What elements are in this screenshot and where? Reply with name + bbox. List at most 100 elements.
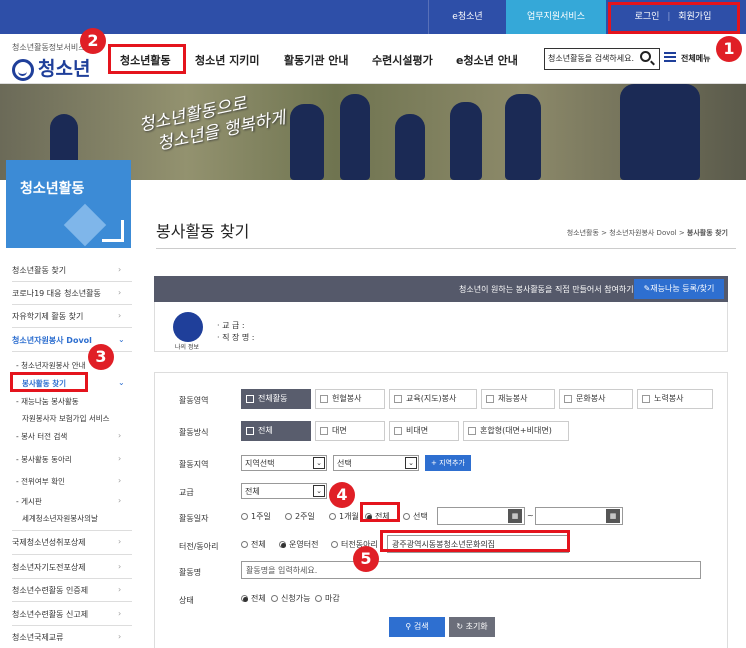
area-education-checkbox[interactable]: 교육(지도)봉사 <box>389 389 477 409</box>
end-date-input[interactable]: ▦ <box>535 507 623 525</box>
calendar-icon[interactable]: ▦ <box>508 509 522 523</box>
date-1month-label: 1개월 <box>339 512 359 521</box>
area-culture-checkbox[interactable]: 문화봉사 <box>559 389 633 409</box>
start-date-input[interactable]: ▦ <box>437 507 525 525</box>
sidebar-item-report[interactable]: 청소년수련활동 신고제 <box>12 609 88 620</box>
status-all-label: 전체 <box>251 594 266 603</box>
talent-register-button[interactable]: ✎재능나눔 등록/찾기 <box>634 279 724 299</box>
area-blood-checkbox[interactable]: 헌혈봉사 <box>315 389 385 409</box>
label-center: 터전/동아리 <box>179 542 219 551</box>
sidebar-item-activity-search[interactable]: 청소년활동 찾기 <box>12 265 66 276</box>
chevron-right-icon: › <box>118 585 122 594</box>
nav-youth-guard[interactable]: 청소년 지키미 <box>195 52 260 68</box>
annotation-badge-4: 4 <box>329 482 355 508</box>
status-available-label: 신청가능 <box>281 594 311 603</box>
sidebar-item-dovol[interactable]: 청소년자원봉사 Dovol <box>12 335 92 346</box>
label-region: 활동지역 <box>179 460 209 469</box>
region-select[interactable]: 지역선택 ⌄ <box>241 455 327 471</box>
user-icon <box>173 312 203 342</box>
talent-share-bar: 청소년이 원하는 봉사활동을 직접 만들어서 참여하기 ✎재능나눔 등록/찾기 <box>154 276 728 302</box>
sidebar-item-intl-exchange[interactable]: 청소년국제교류 <box>12 632 64 643</box>
label-grade: 교급 <box>179 488 194 497</box>
chevron-down-icon: ⌄ <box>405 457 417 469</box>
area-talent-checkbox[interactable]: 재능봉사 <box>481 389 555 409</box>
all-menu-label[interactable]: 전체메뉴 <box>681 53 710 64</box>
center-all-label: 전체 <box>251 540 266 549</box>
add-region-button[interactable]: + 지역추가 <box>425 455 471 471</box>
area-all-label: 전체활동 <box>258 394 288 403</box>
breadcrumb-path[interactable]: 청소년활동 > 청소년자원봉사 Dovol > <box>567 229 687 237</box>
chevron-down-icon: ⌄ <box>118 335 125 344</box>
method-face-checkbox[interactable]: 대면 <box>315 421 385 441</box>
banner-slogan: 청소년활동으로 청소년을 행복하게 <box>137 85 288 158</box>
area-blood-label: 헌혈봉사 <box>332 394 362 403</box>
breadcrumb-current: 봉사활동 찾기 <box>686 229 728 237</box>
chevron-right-icon: › <box>118 609 122 618</box>
sidebar-sub-club[interactable]: - 봉사활동 동아리 <box>16 454 72 465</box>
nav-eyouth-info[interactable]: e청소년 안내 <box>456 52 518 68</box>
sidebar-sub-site-search[interactable]: - 봉사 터전 검색 <box>16 431 67 442</box>
grade-select[interactable]: 전체 ⌄ <box>241 483 327 499</box>
label-date: 활동일자 <box>179 514 209 523</box>
search-button[interactable]: ⚲ 검색 <box>389 617 445 637</box>
sidebar-item-covid[interactable]: 코로나19 대응 청소년활동 <box>12 288 101 299</box>
sidebar-sub-insurance[interactable]: 자원봉사자 보험가입 서비스 <box>22 413 110 424</box>
search-icon[interactable] <box>640 51 651 62</box>
activity-name-input[interactable]: 활동명을 입력하세요. <box>241 561 701 579</box>
area-labor-checkbox[interactable]: 노력봉사 <box>637 389 713 409</box>
sidebar-item-self-challenge[interactable]: 청소년자기도전포상제 <box>12 562 86 573</box>
status-all-radio[interactable]: 전체 <box>241 593 266 604</box>
annotation-badge-3: 3 <box>88 344 114 370</box>
date-1week-radio[interactable]: 1주일 <box>241 511 271 522</box>
chevron-right-icon: › <box>118 311 122 320</box>
sidebar-item-intl-award[interactable]: 국제청소년성취포상제 <box>12 537 86 548</box>
sidebar-sub-confirm[interactable]: - 전위여부 확인 <box>16 476 65 487</box>
label-area: 활동영역 <box>179 396 209 405</box>
nav-institution[interactable]: 활동기관 안내 <box>284 52 349 68</box>
region-sub-value: 선택 <box>337 459 352 468</box>
date-custom-radio[interactable]: 선택 <box>403 511 428 522</box>
label-name: 활동명 <box>179 568 202 577</box>
chevron-right-icon: › <box>118 454 122 463</box>
logo[interactable]: 청소년 <box>12 54 90 81</box>
label-method: 활동방식 <box>179 428 209 437</box>
menu-icon[interactable] <box>664 52 676 62</box>
sidebar-sub-talent[interactable]: - 재능나눔 봉사활동 <box>16 396 79 407</box>
date-2week-radio[interactable]: 2주일 <box>285 511 315 522</box>
grade-select-value: 전체 <box>245 487 260 496</box>
method-mixed-checkbox[interactable]: 혼합형(대면+비대면) <box>463 421 569 441</box>
status-available-radio[interactable]: 신청가능 <box>271 593 310 604</box>
region-sub-select[interactable]: 선택 ⌄ <box>333 455 419 471</box>
reset-button[interactable]: ↻ 초기화 <box>449 617 495 637</box>
date-1month-radio[interactable]: 1개월 <box>329 511 359 522</box>
area-all-checkbox[interactable]: 전체활동 <box>241 389 311 409</box>
logo-smile-icon <box>12 58 34 81</box>
center-operating-label: 운영터전 <box>289 540 319 549</box>
method-nonface-checkbox[interactable]: 비대면 <box>389 421 459 441</box>
search-icon: ⚲ <box>405 622 414 631</box>
status-closed-radio[interactable]: 마감 <box>315 593 340 604</box>
calendar-icon[interactable]: ▦ <box>606 509 620 523</box>
logo-subtitle: 청소년활동정보서비스 <box>12 43 86 52</box>
status-closed-label: 마감 <box>325 594 340 603</box>
chevron-down-icon: ⌄ <box>313 457 325 469</box>
search-form: 활동영역 전체활동 헌혈봉사 교육(지도)봉사 재능봉사 문화봉사 노력봉사 활… <box>154 372 728 648</box>
method-face-label: 대면 <box>332 426 347 435</box>
method-all-checkbox[interactable]: 전체 <box>241 421 311 441</box>
sidebar-sub-world-day[interactable]: 세계청소년자원봉사의날 <box>22 513 98 524</box>
method-mixed-label: 혼합형(대면+비대면) <box>480 426 552 435</box>
eyouth-link[interactable]: e청소년 <box>428 0 506 34</box>
label-status: 상태 <box>179 596 194 605</box>
center-operating-radio[interactable]: 운영터전 <box>279 539 318 550</box>
talent-register-label: 재능나눔 등록/찾기 <box>650 284 715 293</box>
sidebar-item-free-semester[interactable]: 자유학기제 활동 찾기 <box>12 311 83 322</box>
nav-facility-eval[interactable]: 수련시설평가 <box>372 52 433 68</box>
business-support-link[interactable]: 업무지원서비스 <box>506 0 606 34</box>
sidebar-item-certification[interactable]: 청소년수련활동 인증제 <box>12 585 88 596</box>
area-education-label: 교육(지도)봉사 <box>406 394 457 403</box>
logo-text: 청소년 <box>38 58 91 80</box>
annotation-badge-2: 2 <box>80 28 106 54</box>
sidebar-sub-board[interactable]: - 게시판 <box>16 496 42 507</box>
sidebar-sub-dovol-info[interactable]: - 청소년자원봉사 안내 <box>16 360 86 371</box>
center-all-radio[interactable]: 전체 <box>241 539 266 550</box>
